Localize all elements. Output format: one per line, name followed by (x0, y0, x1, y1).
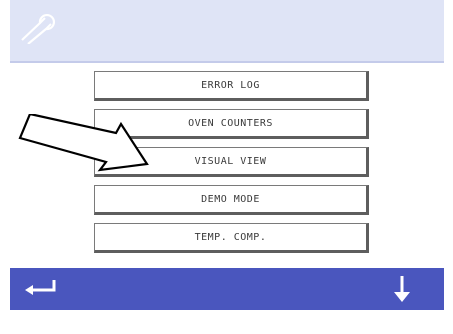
footer-bar (10, 268, 444, 310)
error-log-button[interactable]: ERROR LOG (94, 71, 369, 101)
pointer-arrow-icon (18, 114, 149, 172)
device-screen: ERROR LOG OVEN COUNTERS VISUAL VIEW DEMO… (10, 0, 444, 310)
wrench-icon (21, 14, 55, 44)
temp-comp-button[interactable]: TEMP. COMP. (94, 223, 369, 253)
header-bar (10, 0, 444, 61)
scroll-down-icon[interactable] (390, 274, 414, 304)
back-return-icon[interactable] (22, 276, 62, 302)
header-divider (10, 61, 444, 63)
